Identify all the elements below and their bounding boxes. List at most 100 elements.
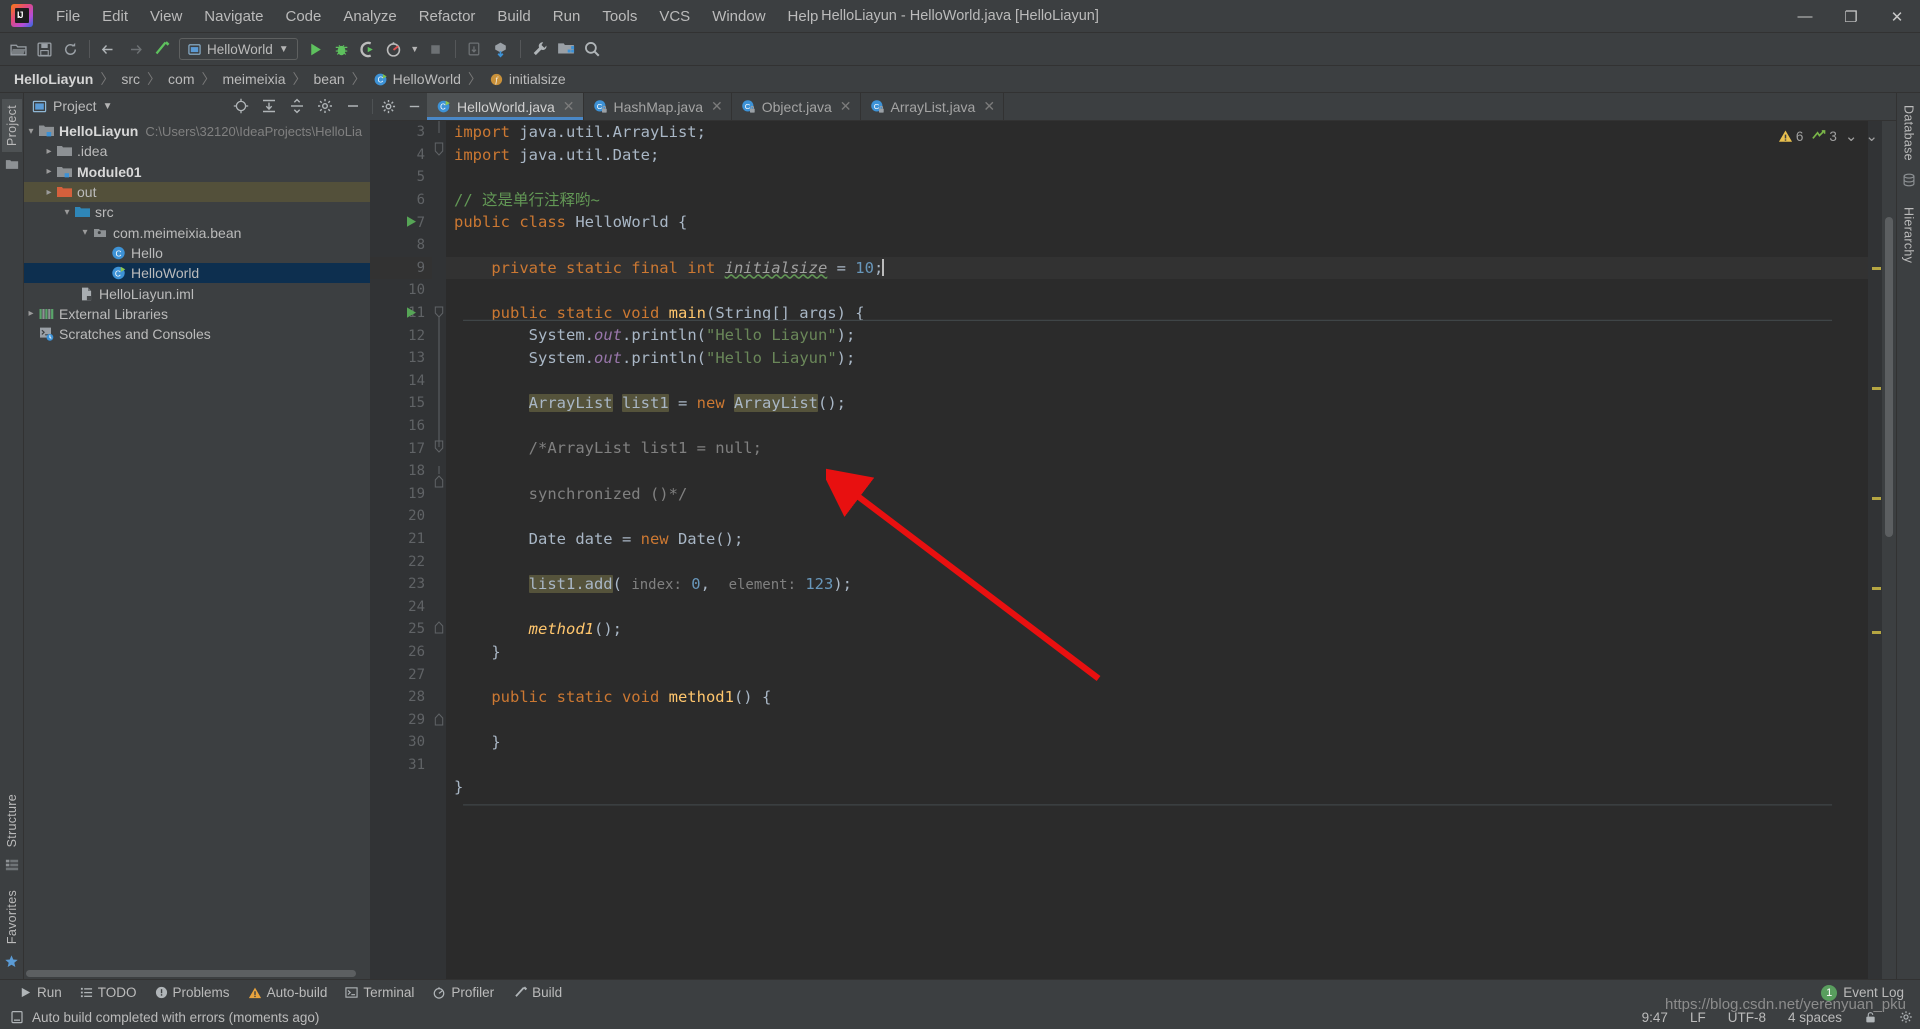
expand-all-icon[interactable]	[258, 95, 280, 117]
tab-object-java[interactable]: C Object.java ✕	[732, 93, 861, 120]
tree-row-iml[interactable]: HelloLiayun.iml	[24, 283, 370, 303]
run-icon[interactable]	[304, 37, 328, 61]
chevron-down-icon[interactable]: ▾	[60, 207, 74, 218]
tree-row-src[interactable]: ▾ src	[24, 202, 370, 222]
run-gutter-icon[interactable]	[404, 214, 418, 229]
code-line-6[interactable]: // 这是单行注释哟~	[446, 189, 1868, 212]
bottom-button-problems[interactable]: Problems	[146, 982, 239, 1003]
forward-icon[interactable]	[123, 37, 147, 61]
project-horizontal-scrollbar[interactable]	[24, 967, 370, 979]
stripe-mark[interactable]	[1872, 631, 1881, 634]
minimize-button[interactable]: —	[1782, 0, 1828, 33]
chevron-down-icon[interactable]: ▼	[103, 101, 113, 112]
profile-icon[interactable]	[382, 37, 406, 61]
code-line-25[interactable]: method1();	[446, 618, 1868, 641]
code-line-23[interactable]: list1.add( index: 0, element: 123);	[446, 573, 1868, 596]
sidebar-item-favorites[interactable]: Favorites	[2, 884, 22, 950]
bottom-button-todo[interactable]: TODO	[71, 982, 146, 1003]
chevron-down-icon[interactable]: ▾	[24, 126, 38, 137]
breadcrumb-item-bean[interactable]: bean	[310, 70, 349, 88]
project-tree[interactable]: ▾ HelloLiayun C:\Users\32120\IdeaProject…	[24, 119, 370, 967]
code-line-14[interactable]	[446, 370, 1868, 393]
tree-row-out[interactable]: ▸ out	[24, 181, 370, 203]
tree-row-helloliayun[interactable]: ▾ HelloLiayun C:\Users\32120\IdeaProject…	[24, 121, 370, 141]
inspection-more-icon[interactable]: ⌄	[1865, 127, 1878, 145]
tabs-gear-icon[interactable]	[375, 93, 401, 120]
tab-helloworld-java[interactable]: C HelloWorld.java ✕	[427, 93, 584, 120]
gear-icon[interactable]	[314, 95, 336, 117]
code-line-11[interactable]: public static void main(String[] args) {	[446, 302, 1868, 325]
code-line-3[interactable]: import java.util.ArrayList;	[446, 121, 1868, 144]
bottom-button-profiler[interactable]: Profiler	[423, 982, 503, 1003]
code-line-22[interactable]	[446, 550, 1868, 573]
tab-hashmap-java[interactable]: C HashMap.java ✕	[584, 93, 732, 120]
tab-arraylist-java[interactable]: C ArrayList.java ✕	[861, 93, 1005, 120]
menu-help[interactable]: Help	[777, 4, 830, 29]
editor-gutter[interactable]: 3 4 5 6 7 8 9 10 11 12 13 14 15 16 17 18…	[370, 121, 432, 979]
bottom-button-terminal[interactable]: Terminal	[336, 982, 423, 1003]
back-icon[interactable]	[97, 37, 121, 61]
chevron-down-icon[interactable]: ▼	[279, 44, 289, 55]
menu-build[interactable]: Build	[486, 4, 541, 29]
breadcrumb-item-meimeixia[interactable]: meimeixia	[218, 70, 289, 88]
menu-refactor[interactable]: Refactor	[408, 4, 487, 29]
code-line-30[interactable]: }	[446, 731, 1868, 754]
debug-icon[interactable]	[330, 37, 354, 61]
menu-code[interactable]: Code	[274, 4, 332, 29]
code-line-16[interactable]	[446, 415, 1868, 438]
code-line-28[interactable]: public static void method1() {	[446, 686, 1868, 709]
commit-icon[interactable]	[489, 37, 513, 61]
menu-vcs[interactable]: VCS	[648, 4, 701, 29]
code-line-9[interactable]: private static final int initialsize = 1…	[446, 256, 1868, 280]
maximize-button[interactable]: ❐	[1828, 0, 1874, 33]
chevron-right-icon[interactable]: ▸	[24, 308, 38, 319]
stripe-mark[interactable]	[1872, 267, 1881, 270]
menu-file[interactable]: File	[45, 4, 91, 29]
collapse-all-icon[interactable]	[286, 95, 308, 117]
save-all-icon[interactable]	[32, 37, 56, 61]
console-icon[interactable]	[10, 1010, 24, 1024]
code-line-10[interactable]	[446, 279, 1868, 302]
code-line-24[interactable]	[446, 595, 1868, 618]
menu-run[interactable]: Run	[542, 4, 592, 29]
code-line-21[interactable]: Date date = new Date();	[446, 528, 1868, 551]
close-icon[interactable]: ✕	[983, 98, 995, 115]
editor-fold-column[interactable]	[432, 121, 446, 979]
scrollbar-thumb[interactable]	[1885, 217, 1893, 537]
code-line-27[interactable]	[446, 663, 1868, 686]
tree-row-idea[interactable]: ▸ .idea	[24, 141, 370, 161]
code-line-15[interactable]: ArrayList list1 = new ArrayList();	[446, 392, 1868, 415]
bottom-button-run[interactable]: Run	[10, 982, 71, 1003]
code-line-29[interactable]	[446, 708, 1868, 731]
menu-view[interactable]: View	[139, 4, 193, 29]
breadcrumb-item-src[interactable]: src	[117, 70, 144, 88]
code-line-18[interactable]	[446, 460, 1868, 483]
menu-window[interactable]: Window	[701, 4, 776, 29]
inspection-widget[interactable]: 6 3 ⌄ ⌄	[1778, 127, 1878, 145]
code-line-32[interactable]: }	[446, 776, 1868, 799]
run-gutter-icon[interactable]	[404, 305, 418, 320]
close-icon[interactable]: ✕	[840, 98, 852, 115]
tree-row-hello[interactable]: C Hello	[24, 243, 370, 263]
hide-panel-icon[interactable]	[342, 95, 364, 117]
code-line-7[interactable]: public class HelloWorld {	[446, 211, 1868, 234]
menu-edit[interactable]: Edit	[91, 4, 139, 29]
sync-icon[interactable]	[58, 37, 82, 61]
breadcrumb-item-helloworld[interactable]: C HelloWorld	[369, 70, 465, 88]
tree-row-helloworld[interactable]: C HelloWorld	[24, 263, 370, 284]
stripe-mark[interactable]	[1872, 587, 1881, 590]
close-icon[interactable]: ✕	[563, 98, 575, 115]
sidebar-item-hierarchy[interactable]: Hierarchy	[1899, 201, 1919, 269]
tree-row-scratches[interactable]: Scratches and Consoles	[24, 324, 370, 344]
sidebar-item-database[interactable]: Database	[1899, 99, 1919, 167]
open-folder-icon[interactable]	[6, 37, 30, 61]
menu-navigate[interactable]: Navigate	[193, 4, 274, 29]
stripe-mark[interactable]	[1872, 387, 1881, 390]
code-line-12[interactable]: System.out.println("Hello Liayun");	[446, 324, 1868, 347]
bottom-button-auto-build[interactable]: Auto-build	[239, 982, 337, 1003]
tree-row-module01[interactable]: ▸ Module01	[24, 162, 370, 182]
close-button[interactable]: ✕	[1874, 0, 1920, 33]
chevron-down-icon[interactable]: ▾	[78, 227, 92, 238]
chevron-right-icon[interactable]: ▸	[42, 187, 56, 198]
run-coverage-icon[interactable]	[356, 37, 380, 61]
